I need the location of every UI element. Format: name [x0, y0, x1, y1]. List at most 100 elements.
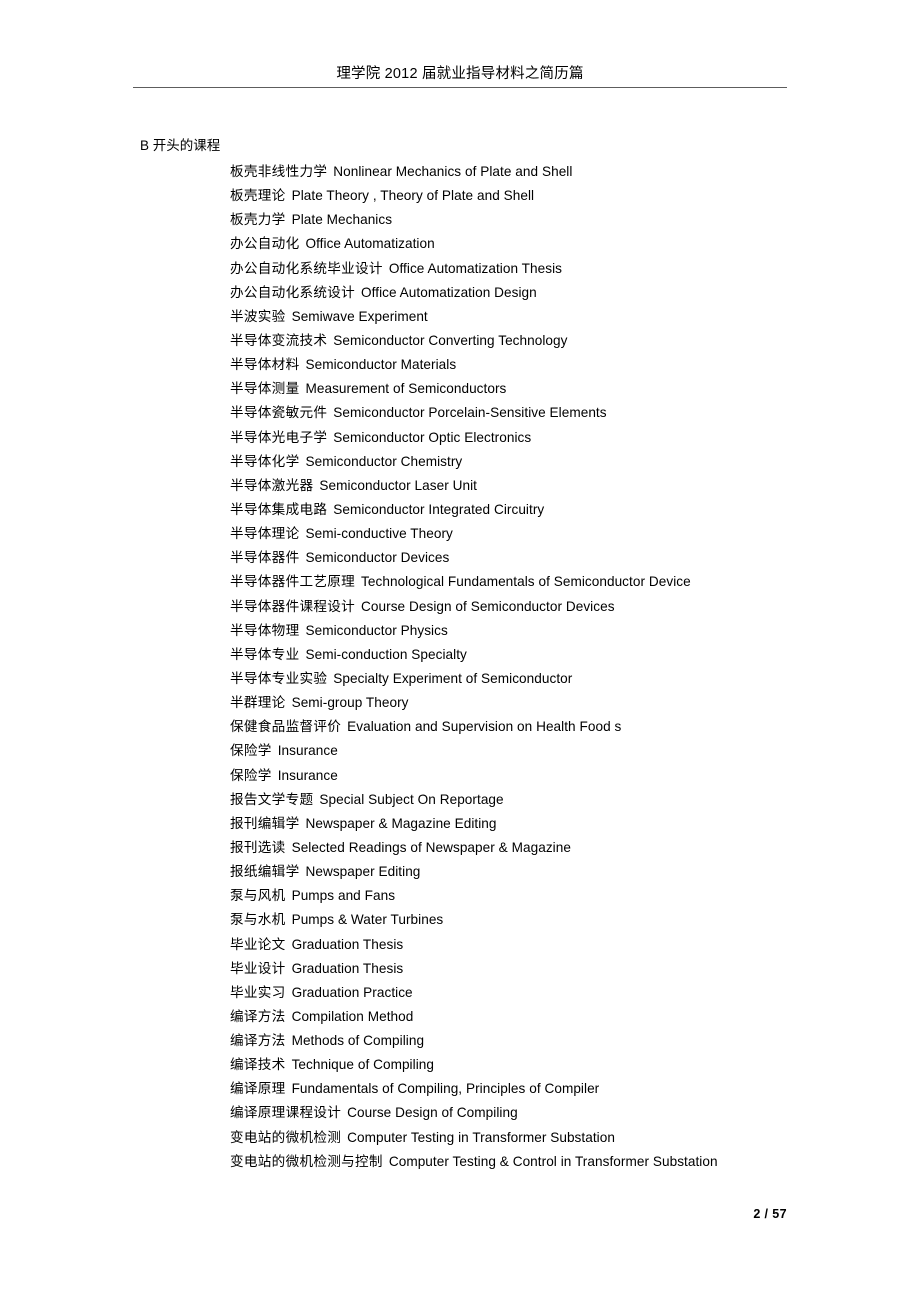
course-entry: 板壳非线性力学 Nonlinear Mechanics of Plate and … [230, 160, 920, 184]
course-entry: 泵与风机 Pumps and Fans [230, 884, 920, 908]
course-entry: 报纸编辑学 Newspaper Editing [230, 860, 920, 884]
course-name-cn: 编译原理 [230, 1081, 286, 1097]
course-name-cn: 半导体器件 [230, 550, 300, 566]
course-entry: 编译技术 Technique of Compiling [230, 1053, 920, 1077]
course-name-cn: 编译方法 [230, 1033, 286, 1049]
course-name-cn: 毕业论文 [230, 936, 286, 952]
course-name-cn: 半导体理论 [230, 526, 300, 542]
course-name-en: Office Automatization Design [361, 284, 537, 300]
course-entry: 编译原理课程设计 Course Design of Compiling [230, 1101, 920, 1125]
course-entry: 保险学 Insurance [230, 764, 920, 788]
course-name-cn: 毕业实习 [230, 984, 286, 1000]
course-name-cn: 半导体瓷敏元件 [230, 405, 328, 421]
course-entry: 办公自动化 Office Automatization [230, 232, 920, 256]
course-name-en: Fundamentals of Compiling, Principles of… [291, 1081, 600, 1097]
course-entry: 毕业实习 Graduation Practice [230, 981, 920, 1005]
course-name-en: Selected Readings of Newspaper & Magazin… [291, 839, 571, 855]
course-entry: 毕业设计 Graduation Thesis [230, 957, 920, 981]
header-title: 理学院 2012 届就业指导材料之简历篇 [336, 66, 584, 82]
course-entry: 半导体集成电路 Semiconductor Integrated Circuitr… [230, 498, 920, 522]
course-name-en: Course Design of Semiconductor Devices [361, 598, 615, 614]
course-name-cn: 办公自动化系统设计 [230, 284, 356, 300]
course-name-en: Insurance [277, 767, 338, 783]
course-name-cn: 变电站的微机检测 [230, 1129, 342, 1145]
course-name-cn: 半导体化学 [230, 453, 300, 469]
course-entry: 半导体测量 Measurement of Semiconductors [230, 377, 920, 401]
course-entry: 办公自动化系统毕业设计 Office Automatization Thesis [230, 257, 920, 281]
course-name-cn: 编译原理课程设计 [230, 1105, 342, 1121]
course-name-cn: 报刊选读 [230, 839, 286, 855]
course-name-en: Technique of Compiling [291, 1057, 434, 1073]
running-header: 理学院 2012 届就业指导材料之简历篇 [133, 64, 787, 84]
course-name-cn: 半导体变流技术 [230, 332, 328, 348]
course-name-cn: 泵与水机 [230, 912, 286, 928]
course-name-cn: 半导体激光器 [230, 477, 314, 493]
course-name-cn: 保险学 [230, 743, 272, 759]
course-entry: 半导体器件工艺原理 Technological Fundamentals of S… [230, 570, 920, 594]
course-name-en: Semiconductor Physics [305, 622, 448, 638]
course-entry: 半导体光电子学 Semiconductor Optic Electronics [230, 426, 920, 450]
course-name-en: Pumps & Water Turbines [291, 912, 444, 928]
course-name-cn: 板壳非线性力学 [230, 164, 328, 179]
course-name-cn: 半导体器件课程设计 [230, 598, 356, 614]
course-name-en: Specialty Experiment of Semiconductor [333, 670, 573, 686]
course-entry: 半波实验 Semiwave Experiment [230, 305, 920, 329]
course-name-en: Semiconductor Chemistry [305, 453, 463, 469]
course-name-cn: 半导体测量 [230, 381, 300, 397]
course-entry: 半导体瓷敏元件 Semiconductor Porcelain-Sensitive… [230, 401, 920, 425]
course-entry: 保险学 Insurance [230, 739, 920, 763]
page-number: 2 / 57 [753, 1207, 787, 1221]
course-name-cn: 毕业设计 [230, 960, 286, 976]
course-name-cn: 板壳理论 [230, 188, 286, 204]
course-entry: 编译方法 Compilation Method [230, 1005, 920, 1029]
document-page: 理学院 2012 届就业指导材料之简历篇 B 开头的课程 板壳非线性力学 Nonl… [0, 0, 920, 1302]
course-entry: 报刊编辑学 Newspaper & Magazine Editing [230, 812, 920, 836]
course-name-cn: 编译技术 [230, 1057, 286, 1073]
course-name-en: Plate Theory , Theory of Plate and Shell [291, 188, 535, 204]
course-name-en: Graduation Thesis [291, 960, 404, 976]
course-name-en: Graduation Practice [291, 984, 413, 1000]
course-name-en: Methods of Compiling [291, 1033, 425, 1049]
course-name-en: Office Automatization Thesis [388, 260, 563, 276]
section-heading: B 开头的课程 [140, 138, 221, 153]
course-entry: 半导体变流技术 Semiconductor Converting Technolo… [230, 329, 920, 353]
course-entry: 保健食品监督评价 Evaluation and Supervision on He… [230, 715, 920, 739]
course-name-en: Computer Testing & Control in Transforme… [388, 1153, 718, 1169]
course-name-cn: 报纸编辑学 [230, 864, 300, 880]
course-name-cn: 泵与风机 [230, 888, 286, 904]
course-entry: 半导体专业 Semi-conduction Specialty [230, 643, 920, 667]
course-entry: 半导体理论 Semi-conductive Theory [230, 522, 920, 546]
course-name-en: Semi-conduction Specialty [305, 646, 467, 662]
course-name-en: Pumps and Fans [291, 888, 396, 904]
course-name-en: Technological Fundamentals of Semiconduc… [361, 574, 691, 590]
course-name-en: Measurement of Semiconductors [305, 381, 507, 397]
course-name-cn: 半波实验 [230, 308, 286, 324]
course-entry: 毕业论文 Graduation Thesis [230, 933, 920, 957]
course-name-cn: 半导体光电子学 [230, 429, 328, 445]
course-name-cn: 编译方法 [230, 1008, 286, 1024]
course-name-en: Semiwave Experiment [291, 308, 428, 324]
course-name-en: Semiconductor Devices [305, 550, 450, 566]
course-name-cn: 半导体器件工艺原理 [230, 574, 356, 590]
course-name-en: Course Design of Compiling [347, 1105, 518, 1121]
course-name-cn: 办公自动化 [230, 236, 300, 252]
course-entry: 半导体材料 Semiconductor Materials [230, 353, 920, 377]
course-name-cn: 半导体专业 [230, 646, 300, 662]
course-name-cn: 半导体专业实验 [230, 670, 328, 686]
course-entry: 报告文学专题 Special Subject On Reportage [230, 788, 920, 812]
header-divider [133, 87, 787, 88]
course-name-cn: 板壳力学 [230, 212, 286, 228]
course-name-cn: 变电站的微机检测与控制 [230, 1153, 383, 1169]
course-name-cn: 报告文学专题 [230, 791, 314, 807]
course-entry: 变电站的微机检测与控制 Computer Testing & Control in… [230, 1150, 920, 1174]
course-name-cn: 保险学 [230, 767, 272, 783]
course-entry: 泵与水机 Pumps & Water Turbines [230, 908, 920, 932]
course-name-en: Semiconductor Converting Technology [333, 332, 568, 348]
course-name-en: Newspaper Editing [305, 864, 421, 880]
course-name-en: Office Automatization [305, 236, 435, 252]
course-name-en: Semi-group Theory [291, 695, 409, 711]
course-name-en: Graduation Thesis [291, 936, 404, 952]
course-entry: 编译原理 Fundamentals of Compiling, Principle… [230, 1077, 920, 1101]
course-entry: 办公自动化系统设计 Office Automatization Design [230, 281, 920, 305]
course-name-cn: 保健食品监督评价 [230, 719, 342, 735]
